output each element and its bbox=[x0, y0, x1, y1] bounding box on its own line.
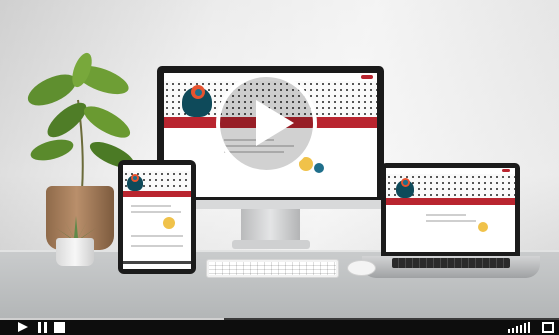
fullscreen-icon[interactable] bbox=[542, 322, 554, 333]
mascot-eye bbox=[191, 85, 205, 99]
illustration bbox=[314, 163, 324, 173]
monitor-base bbox=[232, 240, 310, 249]
monitor-stand bbox=[241, 209, 300, 243]
play-button[interactable] bbox=[18, 322, 30, 333]
volume-level-bar bbox=[528, 322, 530, 333]
mascot-eye bbox=[401, 178, 410, 187]
volume-level-bar bbox=[512, 327, 514, 333]
illustration bbox=[163, 217, 175, 229]
volume-level-bar bbox=[520, 324, 522, 333]
keyboard bbox=[206, 259, 339, 278]
text-line bbox=[131, 205, 171, 207]
laptop-device bbox=[381, 163, 520, 256]
succulent-pot bbox=[56, 238, 94, 266]
volume-level-bar bbox=[516, 326, 518, 333]
nav-band bbox=[123, 191, 191, 197]
text-line bbox=[426, 220, 476, 222]
stop-button[interactable] bbox=[54, 322, 65, 333]
volume-level-bar bbox=[508, 329, 510, 333]
header-button bbox=[502, 169, 510, 172]
mouse bbox=[347, 260, 376, 276]
text-line bbox=[426, 214, 466, 216]
play-icon bbox=[256, 100, 294, 146]
footer-band bbox=[123, 261, 191, 264]
volume-icon[interactable] bbox=[508, 322, 532, 333]
pause-button[interactable] bbox=[38, 322, 48, 333]
player-controls bbox=[0, 320, 559, 335]
video-frame[interactable] bbox=[0, 0, 559, 318]
text-line bbox=[131, 235, 183, 237]
text-line bbox=[131, 211, 181, 213]
volume-level-bar bbox=[524, 323, 526, 333]
mascot-eye bbox=[131, 174, 139, 182]
illustration bbox=[478, 222, 488, 232]
tablet-device bbox=[118, 160, 196, 274]
header-button bbox=[361, 75, 373, 79]
play-overlay-button[interactable] bbox=[216, 73, 317, 174]
laptop-keyboard bbox=[392, 258, 510, 268]
nav-band bbox=[386, 198, 515, 205]
text-line bbox=[131, 245, 183, 247]
laptop-screen bbox=[386, 168, 515, 252]
tablet-screen bbox=[123, 165, 191, 269]
